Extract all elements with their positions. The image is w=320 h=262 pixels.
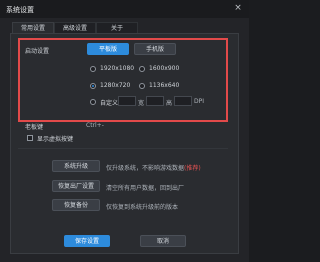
resolution-label-1280: 1280x720 [100, 82, 131, 89]
title-bar: 系统设置 × [0, 0, 249, 18]
show-virtual-keys-checkbox[interactable] [27, 135, 33, 141]
recommended-tag: (推荐) [184, 165, 201, 172]
system-upgrade-desc: 仅升级系统，不影响游戏数据(推荐) [106, 163, 201, 172]
show-virtual-keys-label: 显示虚拟按键 [37, 136, 74, 143]
tablet-mode-button[interactable]: 平板版 [87, 43, 129, 55]
window-title: 系统设置 [6, 6, 34, 14]
resolution-label-1920: 1920x1080 [100, 65, 135, 72]
system-upgrade-desc-text: 仅升级系统，不影响游戏数据 [106, 165, 185, 172]
phone-mode-button[interactable]: 手机版 [134, 43, 176, 55]
restore-backup-button[interactable]: 恢复备份 [52, 199, 100, 211]
system-upgrade-button[interactable]: 系统升级 [52, 160, 100, 172]
factory-reset-button[interactable]: 恢复出厂设置 [52, 180, 100, 192]
resolution-radio-1136[interactable] [139, 83, 145, 89]
custom-resolution-label: 自定义 [100, 100, 119, 107]
dpi-input[interactable] [174, 96, 192, 106]
factory-reset-desc: 清空所有用户数据，回到出厂 [106, 185, 185, 192]
width-input[interactable] [118, 96, 136, 106]
close-icon[interactable]: × [233, 3, 243, 13]
height-input[interactable] [146, 96, 164, 106]
resolution-radio-1280[interactable] [90, 83, 96, 89]
cancel-button[interactable]: 取消 [140, 235, 186, 247]
resolution-label-1136: 1136x640 [149, 82, 180, 89]
resolution-label-1600: 1600x900 [149, 65, 180, 72]
width-label: 宽 [138, 100, 145, 107]
resolution-radio-1920[interactable] [90, 66, 96, 72]
save-settings-button[interactable]: 保存设置 [64, 235, 110, 247]
dpi-label: DPI [194, 98, 205, 105]
divider [18, 148, 228, 149]
boss-key-value: Ctrl+- [86, 122, 104, 129]
settings-window: 系统设置 × 常用设置 高级设置 关于 启动设置 平板版 手机版 1920x10… [0, 0, 249, 262]
custom-resolution-radio[interactable] [90, 99, 96, 105]
resolution-radio-1600[interactable] [139, 66, 145, 72]
boss-key-label: 老板键 [25, 124, 44, 131]
restore-backup-desc: 仅恢复到系统升级前的版本 [106, 204, 179, 211]
startup-settings-label: 启动设置 [25, 48, 50, 55]
height-label: 高 [166, 100, 173, 107]
